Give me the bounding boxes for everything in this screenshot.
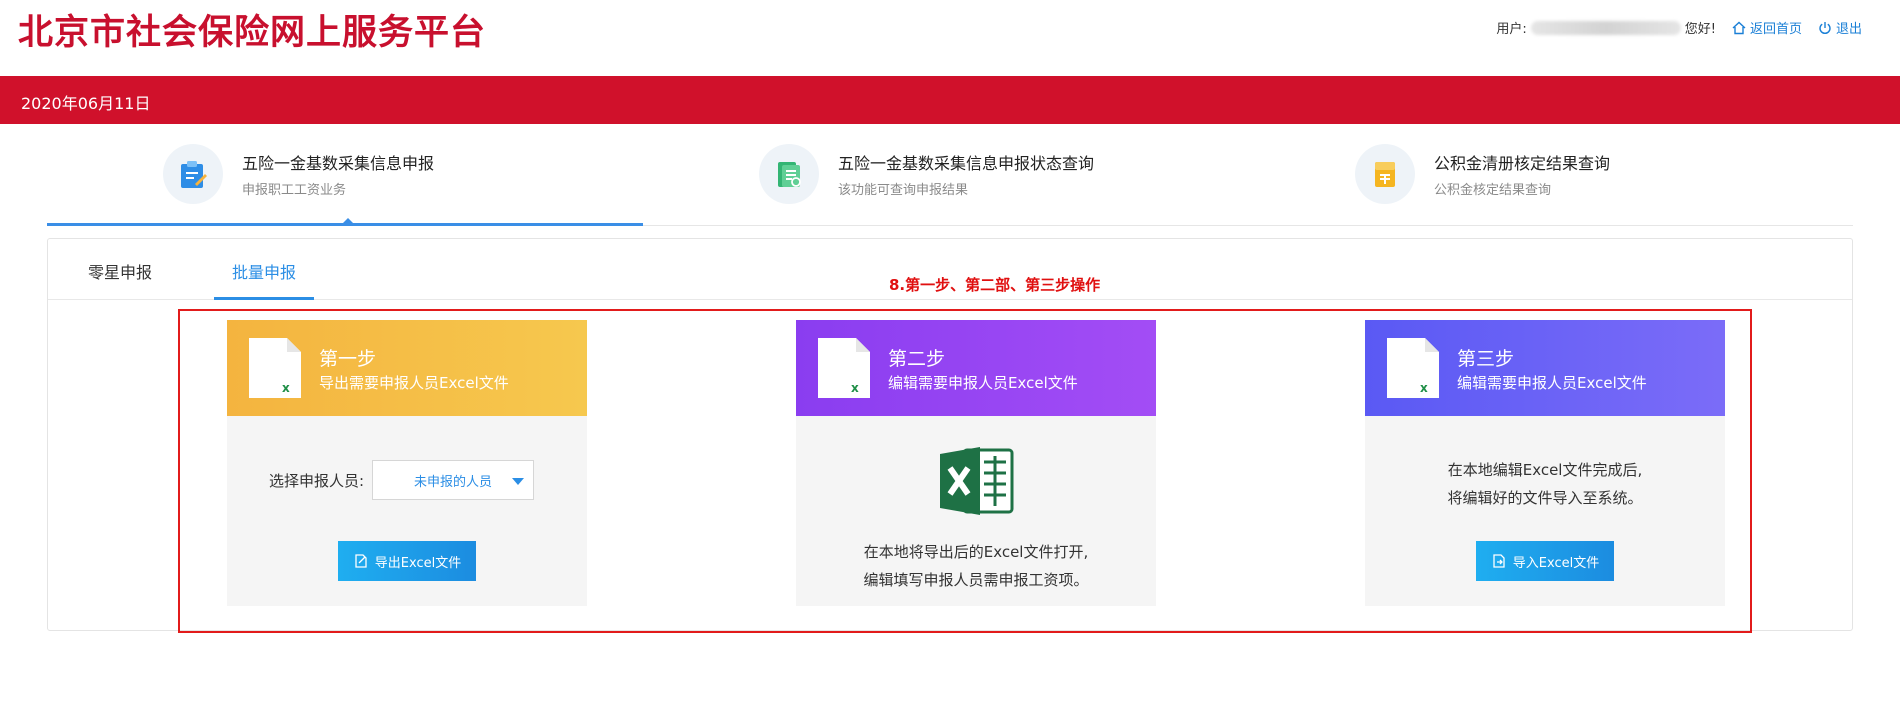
excel-file-icon: x — [249, 338, 301, 398]
step-card-header: x 第一步 导出需要申报人员Excel文件 — [227, 320, 587, 416]
main-nav: 五险一金基数采集信息申报 申报职工工资业务 五险一金基数采集信息申报状态查询 该… — [47, 124, 1853, 228]
person-select-label: 选择申报人员: — [269, 471, 365, 490]
step-title: 第一步 — [319, 348, 377, 370]
import-excel-button-label: 导入Excel文件 — [1512, 555, 1600, 571]
home-link-label: 返回首页 — [1749, 22, 1802, 37]
nav-item-subtitle: 该功能可查询申报结果 — [838, 183, 969, 198]
logout-link[interactable]: 退出 — [1818, 18, 1862, 37]
person-select-dropdown[interactable]: 未申报的人员 — [372, 460, 535, 500]
step-card-3: x 第三步 编辑需要申报人员Excel文件 在本地编辑Excel文件完成后, 将… — [1365, 320, 1725, 606]
step-card-2: x 第二步 编辑需要申报人员Excel文件 在本地将导出后的Excel文件打开,… — [796, 320, 1156, 606]
user-greeting: 您好! — [1684, 22, 1716, 37]
power-icon — [1819, 21, 1831, 34]
nav-icon-wrap — [1355, 144, 1415, 204]
excel-logo-icon — [940, 447, 1014, 515]
tab-single-declaration[interactable]: 零星申报 — [88, 259, 152, 297]
step-subtitle: 编辑需要申报人员Excel文件 — [888, 374, 1078, 392]
chevron-down-icon — [512, 478, 525, 485]
nav-item-fund-query[interactable]: 公积金清册核定结果查询 公积金核定结果查询 — [1355, 142, 1610, 206]
export-excel-button[interactable]: 导出Excel文件 — [338, 541, 476, 581]
home-link[interactable]: 返回首页 — [1732, 18, 1802, 37]
step-description-line: 编辑填写申报人员需申报工资项。 — [863, 571, 1089, 589]
nav-active-caret — [342, 218, 354, 224]
nav-icon-wrap — [759, 144, 819, 204]
svg-text:x: x — [282, 381, 290, 395]
nav-item-title: 五险一金基数采集信息申报 — [242, 154, 435, 173]
folder-coin-icon — [1375, 162, 1395, 187]
step-description-line: 在本地编辑Excel文件完成后, — [1447, 461, 1643, 479]
site-header: 北京市社会保险网上服务平台 用户: 您好! 返回首页 退出 — [0, 0, 1900, 76]
document-search-icon — [778, 162, 801, 187]
step-description: 在本地编辑Excel文件完成后, 将编辑好的文件导入至系统。 — [1365, 456, 1725, 512]
person-select-value: 未申报的人员 — [414, 474, 493, 490]
nav-item-subtitle: 公积金核定结果查询 — [1434, 183, 1552, 198]
nav-icon-wrap — [163, 144, 223, 204]
svg-text:x: x — [1420, 381, 1428, 395]
excel-file-icon: x — [1387, 338, 1439, 398]
site-title: 北京市社会保险网上服务平台 — [18, 13, 487, 53]
home-icon — [1732, 21, 1746, 34]
step-title: 第三步 — [1457, 348, 1515, 370]
nav-item-title: 公积金清册核定结果查询 — [1434, 154, 1611, 173]
tab-batch-declaration[interactable]: 批量申报 — [214, 259, 315, 300]
svg-text:x: x — [851, 381, 859, 395]
step-card-header: x 第三步 编辑需要申报人员Excel文件 — [1365, 320, 1725, 416]
user-bar: 用户: 您好! 返回首页 退出 — [1496, 18, 1862, 37]
person-select-row: 选择申报人员: 未申报的人员 — [269, 460, 535, 500]
import-excel-button[interactable]: 导入Excel文件 — [1476, 541, 1614, 581]
step-subtitle: 编辑需要申报人员Excel文件 — [1457, 374, 1647, 392]
nav-item-subtitle: 申报职工工资业务 — [242, 183, 347, 198]
logout-link-label: 退出 — [1835, 22, 1862, 37]
current-date: 2020年06月11日 — [21, 94, 151, 113]
step-title: 第二步 — [888, 348, 946, 370]
step-description: 在本地将导出后的Excel文件打开, 编辑填写申报人员需申报工资项。 — [796, 538, 1156, 594]
step-description-line: 将编辑好的文件导入至系统。 — [1447, 489, 1643, 507]
import-file-icon — [1493, 554, 1505, 568]
clipboard-edit-icon — [181, 161, 207, 188]
user-prefix: 用户: — [1496, 22, 1527, 37]
nav-item-title: 五险一金基数采集信息申报状态查询 — [838, 154, 1095, 173]
step-card-header: x 第二步 编辑需要申报人员Excel文件 — [796, 320, 1156, 416]
step-subtitle: 导出需要申报人员Excel文件 — [319, 374, 509, 392]
date-bar: 2020年06月11日 — [0, 76, 1900, 124]
step-description-line: 在本地将导出后的Excel文件打开, — [863, 543, 1089, 561]
nav-item-status-query[interactable]: 五险一金基数采集信息申报状态查询 该功能可查询申报结果 — [759, 142, 1094, 206]
export-excel-button-label: 导出Excel文件 — [374, 555, 462, 571]
export-file-icon — [355, 554, 367, 568]
nav-item-declaration[interactable]: 五险一金基数采集信息申报 申报职工工资业务 — [163, 142, 434, 206]
annotation-text: 8.第一步、第二部、第三步操作 — [889, 276, 1101, 294]
step-card-1: x 第一步 导出需要申报人员Excel文件 选择申报人员: 未申报的人员 导出E… — [227, 320, 587, 606]
user-name-blurred — [1530, 20, 1681, 35]
excel-file-icon: x — [818, 338, 870, 398]
